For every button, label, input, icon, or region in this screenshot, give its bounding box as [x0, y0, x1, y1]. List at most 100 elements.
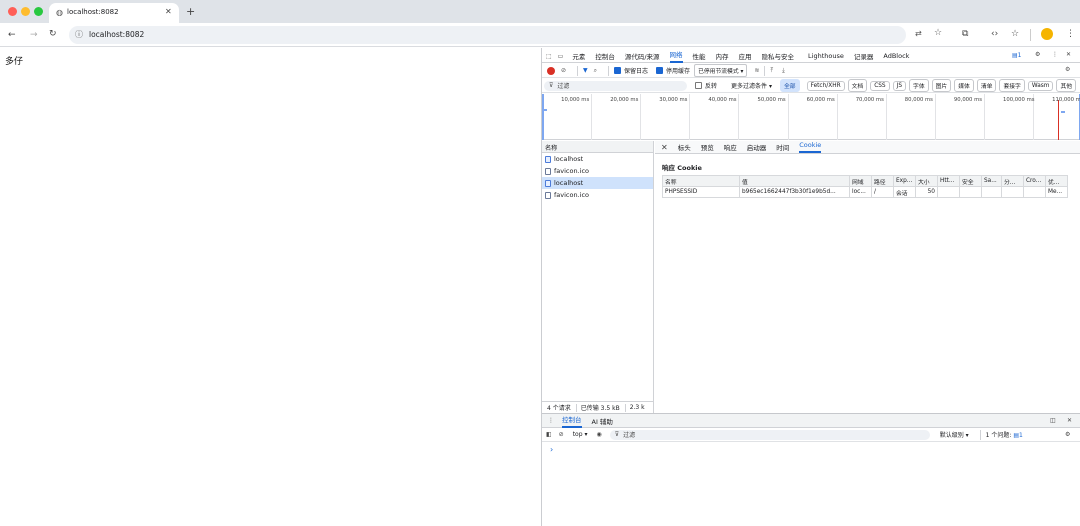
- maximize-window-button[interactable]: [34, 7, 43, 16]
- browser-tab[interactable]: ◍ localhost:8082 ✕: [49, 3, 179, 23]
- console-prompt[interactable]: ›: [542, 442, 1080, 457]
- type-filter-chip[interactable]: 文档: [847, 79, 868, 92]
- detail-tab[interactable]: 启动器: [747, 142, 767, 152]
- type-filter-chip[interactable]: CSS: [870, 80, 890, 91]
- request-list-header[interactable]: 名称: [542, 141, 653, 153]
- type-filter-chip[interactable]: Fetch/XHR: [806, 80, 845, 91]
- devtools-tab[interactable]: 内存: [716, 51, 729, 61]
- extensions-icon[interactable]: ⧉: [962, 30, 968, 39]
- close-icon[interactable]: ✕: [165, 7, 172, 16]
- cookie-column-header[interactable]: 安全: [959, 175, 982, 187]
- more-filters-dropdown[interactable]: 更多过滤条件 ▾: [731, 81, 772, 90]
- device-toolbar-icon[interactable]: ▭: [558, 53, 564, 60]
- log-levels-dropdown[interactable]: 默认级别 ▾: [940, 430, 969, 439]
- request-row[interactable]: localhost: [542, 177, 653, 189]
- cookie-row[interactable]: PHPSESSID b965ec1662447f3b30f1e9b5d... loc…: [662, 186, 1068, 198]
- menu-icon[interactable]: ⋮: [1066, 30, 1075, 39]
- request-row[interactable]: localhost: [542, 153, 653, 165]
- cookie-column-header[interactable]: 分...: [1001, 175, 1024, 187]
- gear-icon[interactable]: ⚙: [1035, 51, 1040, 58]
- detail-tab[interactable]: Cookie: [799, 141, 822, 153]
- devtools-tab[interactable]: 元素: [572, 51, 585, 61]
- new-tab-plus-icon[interactable]: +: [186, 5, 195, 18]
- detail-tab[interactable]: 预览: [701, 142, 714, 152]
- devtools-tab[interactable]: 记录器: [854, 51, 874, 61]
- url-text[interactable]: localhost:8082: [89, 30, 144, 39]
- profile-avatar[interactable]: [1041, 28, 1053, 40]
- cookie-column-header[interactable]: 名称: [662, 175, 740, 187]
- close-detail-icon[interactable]: ✕: [661, 143, 668, 152]
- cookie-column-header[interactable]: Sa...: [981, 175, 1002, 187]
- drawer-tab-console[interactable]: 控制台: [562, 414, 582, 428]
- detail-tab[interactable]: 响应: [724, 142, 737, 152]
- devtools-tab[interactable]: 隐私与安全: [762, 51, 795, 61]
- cookie-column-header[interactable]: Exp...: [893, 175, 916, 187]
- type-filter-chip[interactable]: 全部: [779, 79, 800, 92]
- close-window-button[interactable]: [8, 7, 17, 16]
- console-settings-icon[interactable]: ⚙: [1065, 431, 1070, 438]
- type-filter-chip[interactable]: 媒体: [954, 79, 974, 92]
- network-timeline[interactable]: 10,000 ms 20,000 ms 30,000 ms 40,000 ms 50,0…: [542, 94, 1080, 140]
- network-settings-icon[interactable]: ⚙: [1065, 66, 1070, 73]
- search-icon[interactable]: ⌕: [594, 67, 597, 75]
- translate-icon[interactable]: ⇄: [915, 29, 922, 38]
- type-filter-chip[interactable]: Wasm: [1027, 80, 1054, 91]
- more-icon[interactable]: ⋮: [1052, 51, 1058, 58]
- type-filter-chip[interactable]: 图片: [931, 79, 952, 92]
- drawer-menu-icon[interactable]: ⋮: [548, 417, 554, 424]
- clear-icon[interactable]: ⊘: [561, 67, 566, 74]
- invert-checkbox[interactable]: [695, 82, 702, 89]
- detail-tab[interactable]: 标头: [678, 142, 691, 152]
- devtools-tab[interactable]: 控制台: [595, 51, 615, 61]
- close-devtools-icon[interactable]: ✕: [1066, 51, 1071, 58]
- cookie-column-header[interactable]: Htt...: [937, 175, 960, 187]
- request-row[interactable]: favicon.ico: [542, 189, 653, 201]
- devtools-tab[interactable]: AdBlock: [883, 52, 909, 60]
- bookmark-icon[interactable]: ☆: [1011, 30, 1019, 39]
- devtools-tab[interactable]: 性能: [693, 51, 706, 61]
- code-icon[interactable]: ‹›: [991, 30, 998, 39]
- filter-input[interactable]: ⊽ 过滤: [544, 80, 687, 91]
- issues-badge[interactable]: ▤1: [1012, 52, 1022, 59]
- dock-icon[interactable]: ◫: [1050, 417, 1056, 424]
- devtools-tab[interactable]: Lighthouse: [808, 52, 844, 60]
- wifi-icon[interactable]: ≋: [754, 67, 759, 74]
- export-icon[interactable]: ⤓: [782, 67, 785, 75]
- type-filter-chip[interactable]: 套接字: [999, 79, 1025, 92]
- reload-icon[interactable]: ↻: [49, 30, 57, 39]
- devtools-tab[interactable]: 应用: [739, 51, 752, 61]
- inspect-icon[interactable]: ⬚: [546, 53, 552, 60]
- back-icon[interactable]: ←: [8, 31, 16, 40]
- devtools-tab[interactable]: 网络: [669, 49, 683, 63]
- address-bar[interactable]: ⓘ localhost:8082 ⇄ ☆: [69, 26, 942, 44]
- cookie-column-header[interactable]: 值: [739, 175, 850, 187]
- star-icon[interactable]: ☆: [934, 28, 942, 38]
- forward-icon[interactable]: →: [30, 31, 38, 40]
- throttle-select[interactable]: 已停用节流模式 ▾: [694, 64, 748, 77]
- cookie-column-header[interactable]: Cro...: [1023, 175, 1046, 187]
- cookie-column-header[interactable]: 网域: [849, 175, 872, 187]
- issues-link[interactable]: 1 个问题: ▤1: [986, 430, 1023, 439]
- console-filter-input[interactable]: ⊽ 过滤: [609, 429, 930, 440]
- filter-icon[interactable]: ▼: [583, 67, 588, 74]
- type-filter-chip[interactable]: 清单: [976, 79, 997, 92]
- context-select[interactable]: top ▾: [573, 431, 588, 438]
- cookie-column-header[interactable]: 优...: [1045, 175, 1068, 187]
- preserve-log-checkbox[interactable]: [614, 67, 622, 74]
- devtools-tab[interactable]: 源代码/来源: [625, 51, 660, 61]
- record-icon[interactable]: [547, 66, 555, 75]
- request-row[interactable]: favicon.ico: [542, 165, 653, 177]
- sidebar-toggle-icon[interactable]: ◧: [546, 431, 552, 438]
- detail-tab[interactable]: 时间: [776, 142, 789, 152]
- close-drawer-icon[interactable]: ✕: [1067, 417, 1072, 424]
- info-icon[interactable]: ⓘ: [75, 29, 83, 40]
- cookie-column-header[interactable]: 大小: [915, 175, 938, 187]
- drawer-tab-ai[interactable]: AI 辅助: [592, 416, 613, 426]
- type-filter-chip[interactable]: 其他: [1056, 79, 1077, 92]
- type-filter-chip[interactable]: JS: [892, 80, 907, 91]
- disable-cache-checkbox[interactable]: [656, 67, 664, 74]
- minimize-window-button[interactable]: [21, 7, 30, 16]
- type-filter-chip[interactable]: 字体: [909, 79, 929, 92]
- clear-console-icon[interactable]: ⊘: [559, 431, 564, 438]
- cookie-column-header[interactable]: 路径: [871, 175, 894, 187]
